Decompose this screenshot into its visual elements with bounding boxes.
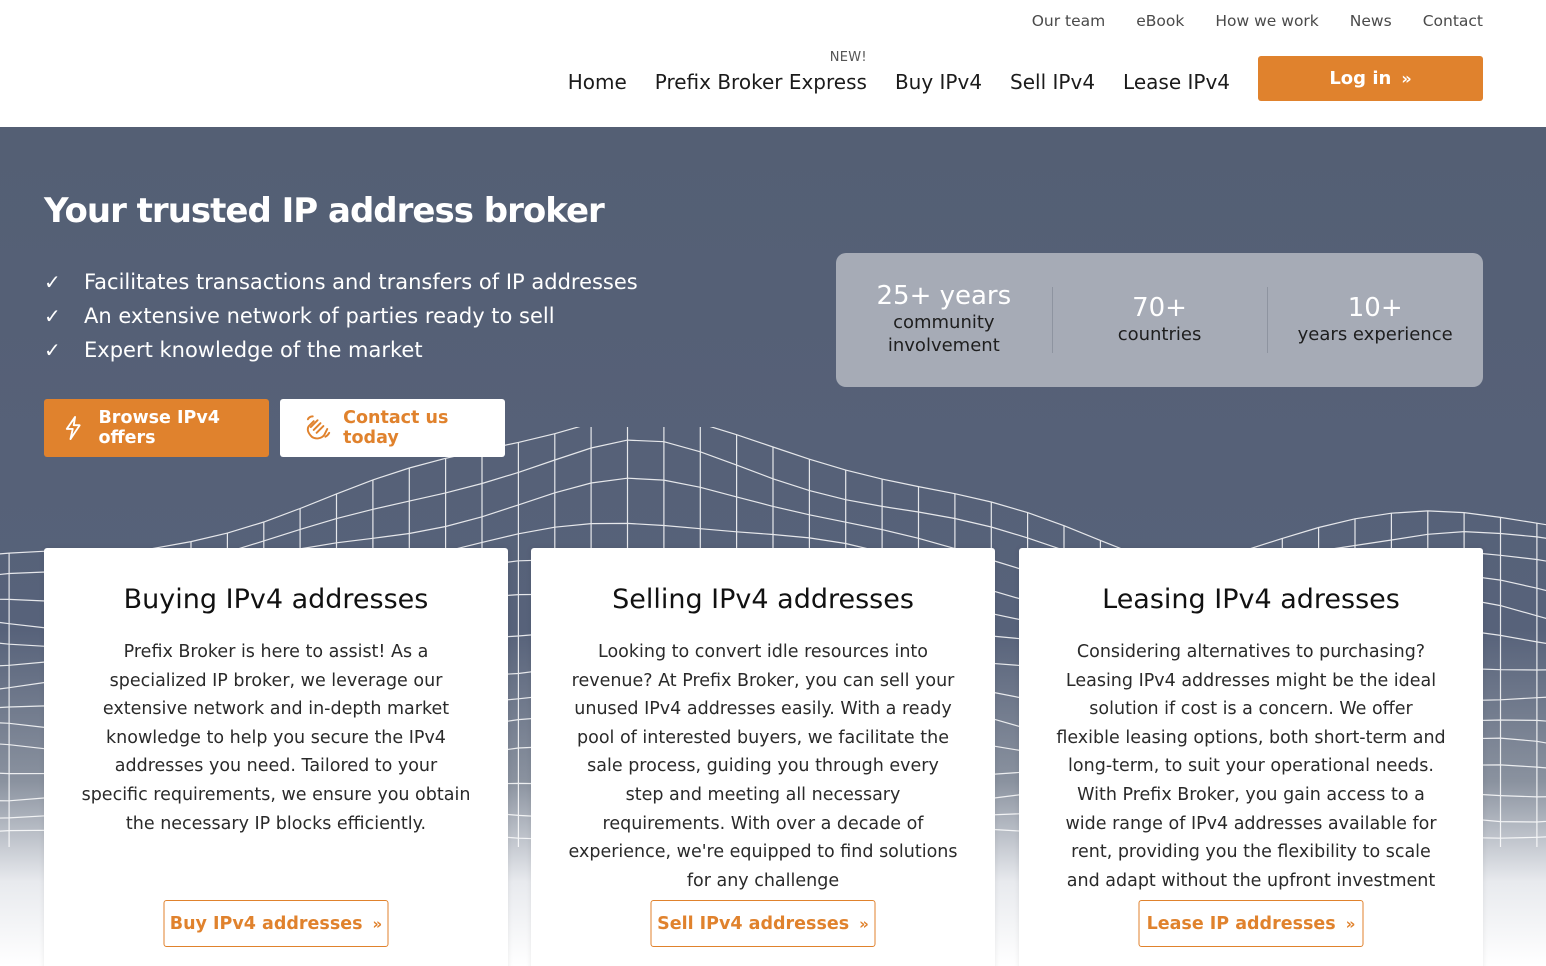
main-nav-express-label: Prefix Broker Express [654,70,867,94]
main-nav-home-label: Home [567,70,627,94]
card-selling: Selling IPv4 addresses Looking to conver… [531,548,995,966]
sell-ipv4-addresses-button[interactable]: Sell IPv4 addresses » [650,900,876,947]
top-nav-ebook[interactable]: eBook [1136,12,1184,30]
card-text: Prefix Broker is here to assist! As a sp… [81,642,471,834]
top-nav-our-team[interactable]: Our team [1032,12,1106,30]
card-title: Selling IPv4 addresses [612,584,914,615]
browse-ipv4-offers-button[interactable]: Browse IPv4 offers [44,399,269,457]
hero-bullet: ✓ Facilitates transactions and transfers… [44,265,638,299]
cta-label: Lease IP addresses [1146,913,1336,934]
main-nav-sell-label: Sell IPv4 [1010,70,1096,94]
contact-us-label: Contact us today [343,408,449,448]
logo[interactable] [110,36,350,66]
lightning-icon [65,415,81,441]
check-icon: ✓ [44,270,61,294]
main-nav-lease-ipv4[interactable]: Lease IPv4 [1123,70,1230,94]
login-label: Log in [1329,68,1392,89]
main-nav-sell-ipv4[interactable]: Sell IPv4 [1010,70,1095,94]
site-header: Our team eBook How we work News Contact … [0,0,1546,127]
main-nav-buy-label: Buy IPv4 [894,70,983,94]
stat-countries: 70+ countries [1052,294,1268,346]
cta-label: Sell IPv4 addresses [657,913,850,934]
main-nav-home[interactable]: Home [568,70,627,94]
contact-us-button[interactable]: Contact us today [280,399,505,457]
cta-label: Buy IPv4 addresses [169,913,363,934]
stats-panel: 25+ years community involvement 70+ coun… [836,253,1483,387]
stat-community: 25+ years community involvement [836,282,1052,357]
top-nav-news[interactable]: News [1350,12,1392,30]
browse-ipv4-offers-label: Browse IPv4 offers [98,408,220,448]
stat-label: years experience [1297,323,1453,345]
top-nav-how-we-work[interactable]: How we work [1215,12,1318,30]
hero-bullet-text: Expert knowledge of the market [84,338,423,362]
hero-bullet-text: Facilitates transactions and transfers o… [84,270,638,294]
top-nav-contact[interactable]: Contact [1423,12,1483,30]
stat-experience: 10+ years experience [1267,294,1483,346]
chevron-right-icon: » [1345,914,1356,933]
hero-bullet: ✓ An extensive network of parties ready … [44,299,638,333]
hero-bullet-list: ✓ Facilitates transactions and transfers… [44,265,638,367]
stat-value: 70+ [1132,293,1187,323]
lease-ip-addresses-button[interactable]: Lease IP addresses » [1138,900,1364,947]
main-nav-lease-label: Lease IPv4 [1123,70,1230,94]
card-text: Looking to convert idle resources into r… [568,642,958,891]
hero-bullet-text: An extensive network of parties ready to… [84,304,555,328]
hero-bullet: ✓ Expert knowledge of the market [44,333,638,367]
chevron-right-icon: » [1401,69,1412,88]
top-nav: Our team eBook How we work News Contact [1001,12,1483,30]
card-text: Considering alternatives to purchasing? … [1056,642,1446,891]
main-nav: Home NEW! Prefix Broker Express Buy IPv4… [540,50,1230,94]
new-badge: NEW! [829,50,867,65]
check-icon: ✓ [44,304,61,328]
card-leasing: Leasing IPv4 adresses Considering altern… [1019,548,1483,966]
chevron-right-icon: » [372,914,383,933]
card-title: Buying IPv4 addresses [123,584,429,615]
hero-title: Your trusted IP address broker [44,191,605,231]
stat-label: countries [1117,323,1202,345]
chevron-right-icon: » [859,914,869,933]
card-title: Leasing IPv4 adresses [1102,584,1400,615]
login-button[interactable]: Log in » [1258,56,1483,101]
buy-ipv4-addresses-button[interactable]: Buy IPv4 addresses » [163,900,389,947]
main-nav-buy-ipv4[interactable]: Buy IPv4 [895,70,982,94]
card-buying: Buying IPv4 addresses Prefix Broker is h… [44,548,508,966]
stat-label: community involvement [887,311,1000,357]
stat-value: 25+ years [876,281,1012,312]
waving-hand-icon [306,415,331,440]
main-nav-prefix-broker-express[interactable]: NEW! Prefix Broker Express [654,50,867,94]
check-icon: ✓ [44,338,61,362]
stat-value: 10+ [1347,293,1403,323]
